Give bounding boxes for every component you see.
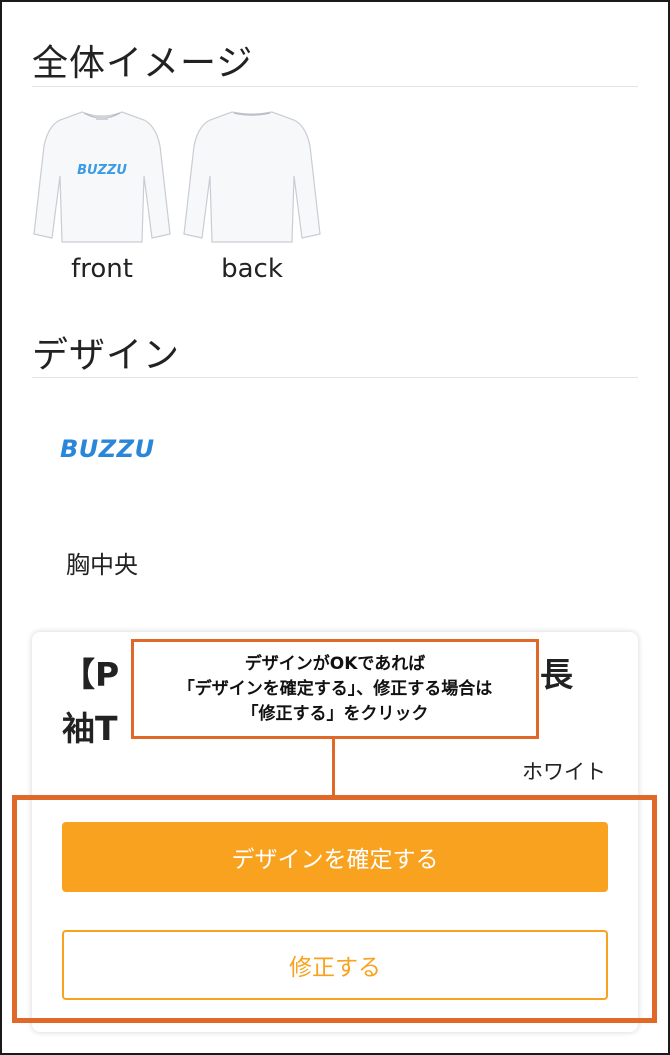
design-divider bbox=[32, 377, 638, 378]
back-label: back bbox=[221, 254, 283, 284]
front-label: front bbox=[71, 254, 133, 284]
overview-heading: 全体イメージ bbox=[32, 43, 254, 84]
callout-connector bbox=[332, 738, 335, 796]
design-placement: 胸中央 bbox=[66, 551, 138, 579]
instruction-callout: デザインがOKであれば 「デザインを確定する」、修正する場合は 「修正する」をク… bbox=[131, 639, 539, 739]
product-color: ホワイト bbox=[522, 760, 606, 784]
back-shirt-image[interactable] bbox=[182, 106, 322, 246]
overview-divider bbox=[32, 86, 638, 87]
front-shirt-image[interactable]: BUZZU bbox=[32, 106, 172, 246]
callout-line-1: デザインがOKであれば bbox=[244, 653, 426, 674]
highlight-box bbox=[12, 795, 657, 1023]
callout-line-3: 「修正する」をクリック bbox=[241, 703, 429, 724]
callout-line-2: 「デザインを確定する」、修正する場合は bbox=[177, 678, 493, 699]
design-heading: デザイン bbox=[32, 335, 181, 376]
design-logo: BUZZU bbox=[60, 435, 155, 463]
product-title-tail: 長 bbox=[540, 655, 573, 694]
front-shirt-print: BUZZU bbox=[77, 163, 127, 178]
